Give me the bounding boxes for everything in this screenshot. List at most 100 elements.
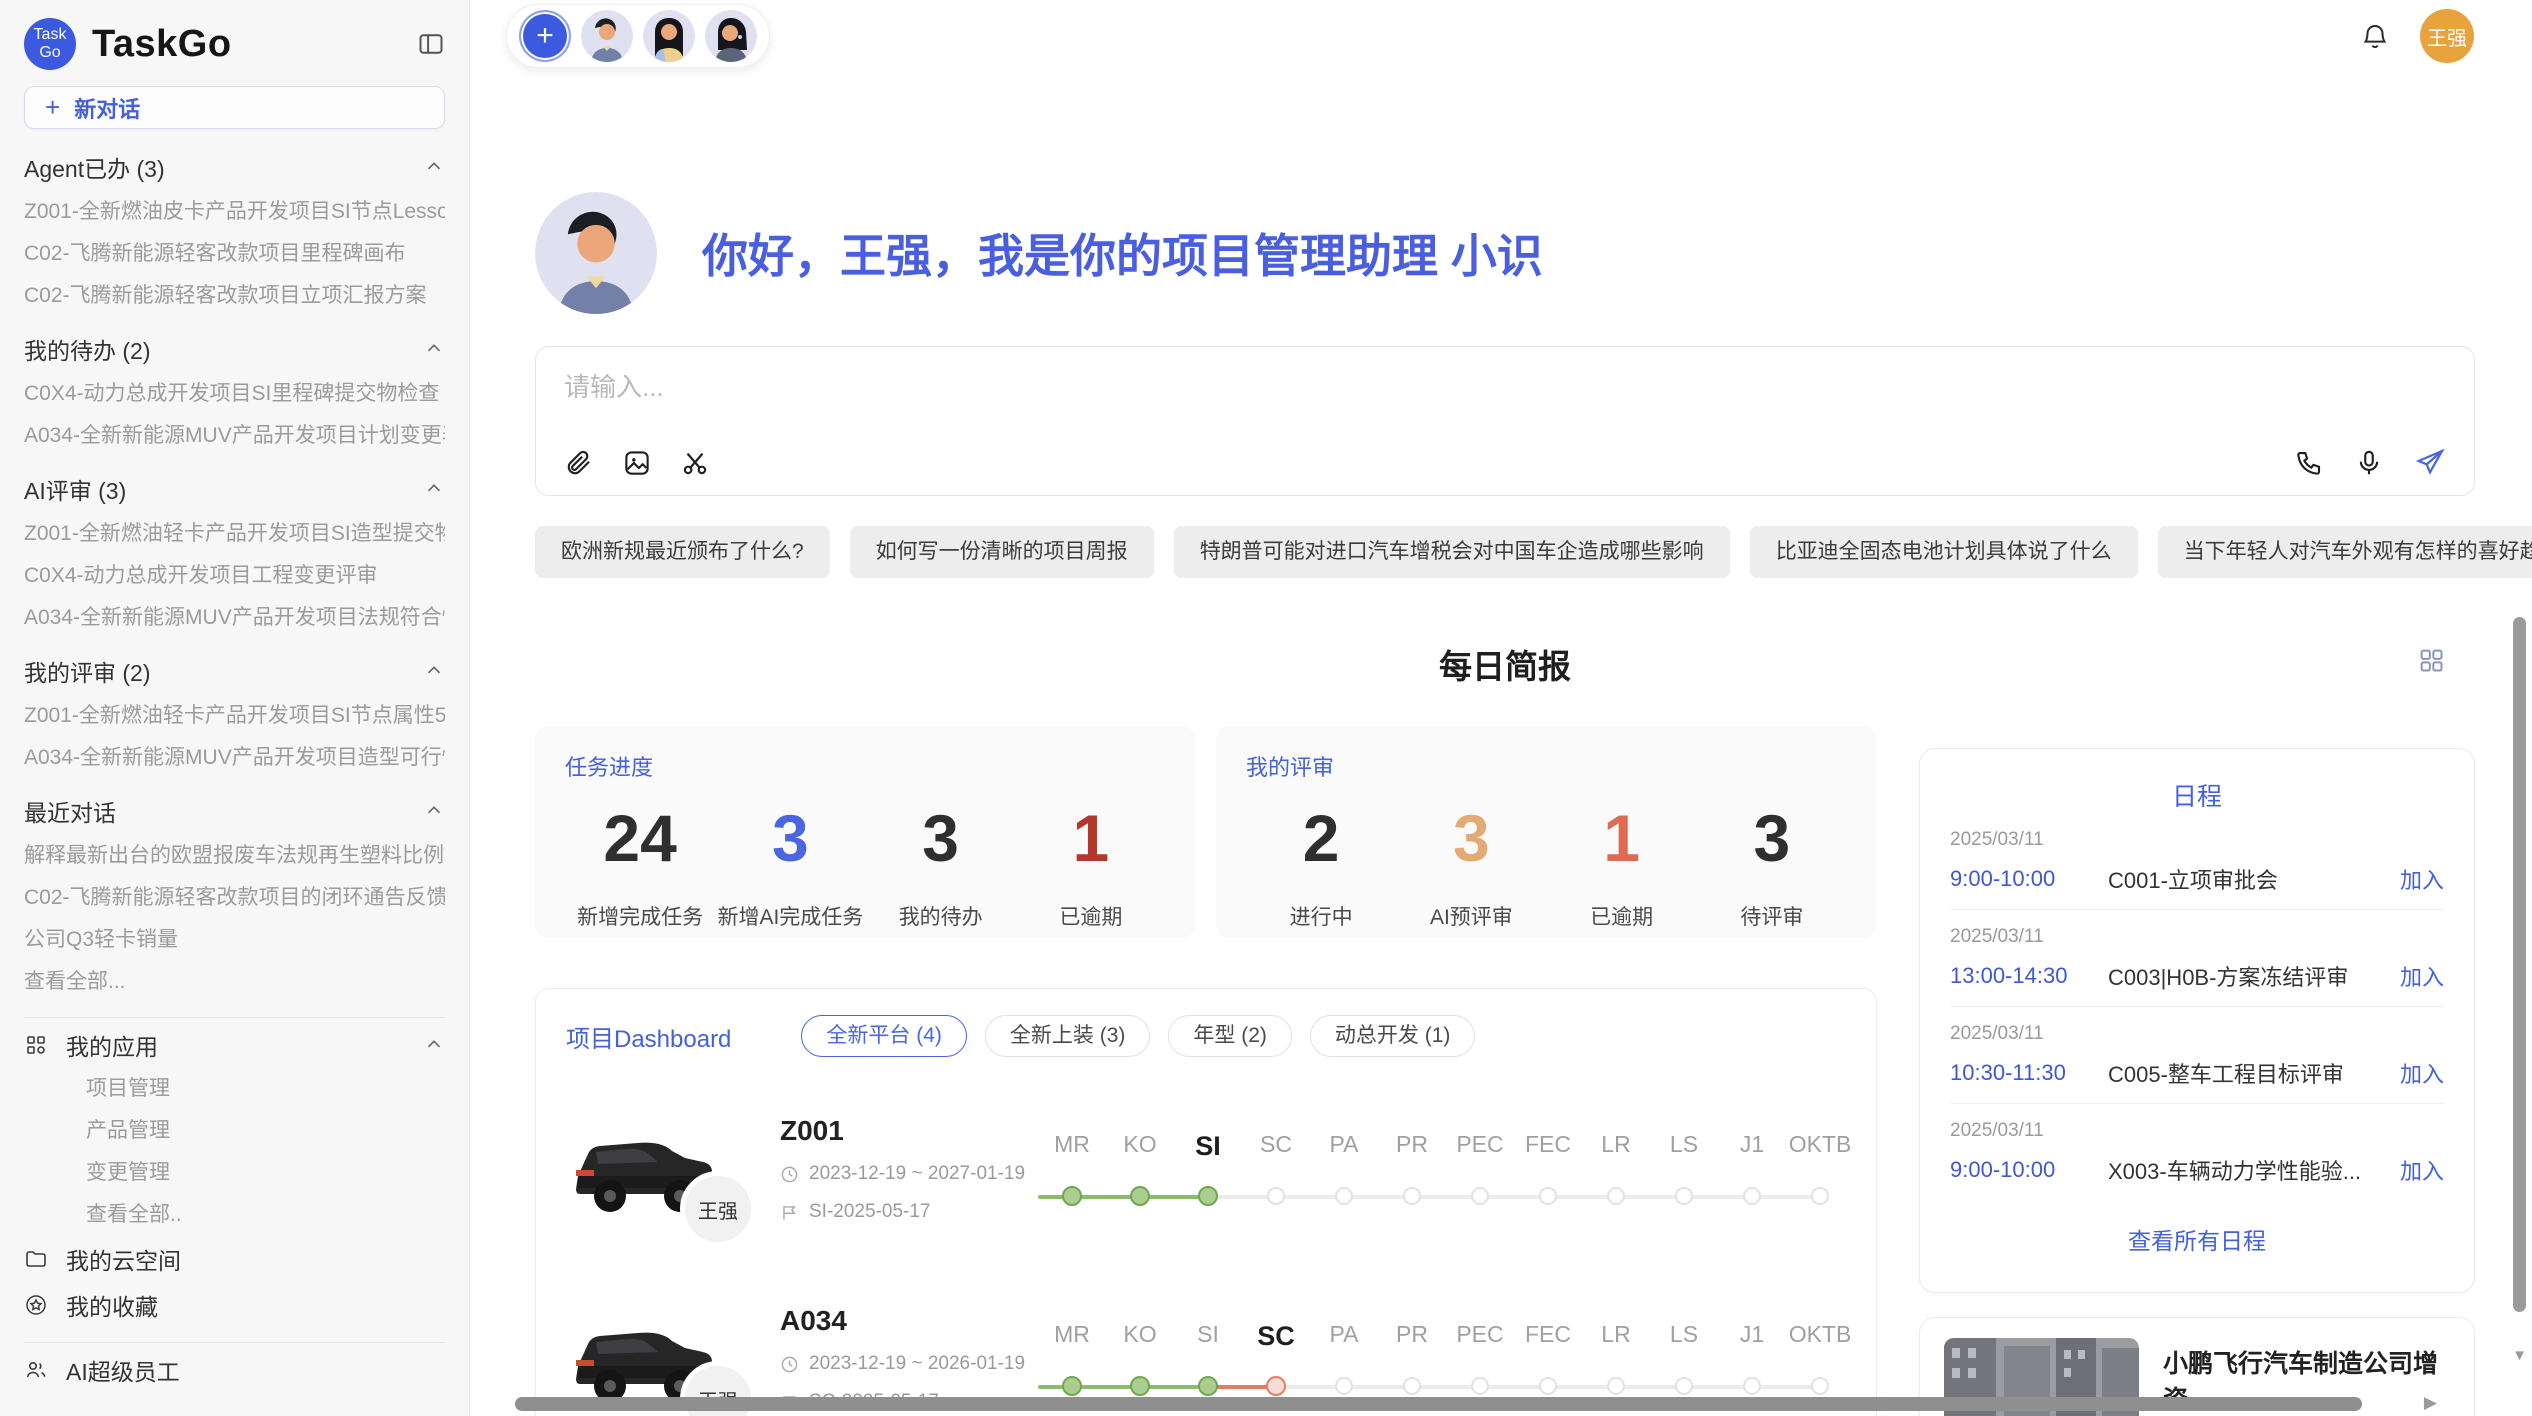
join-link[interactable]: 加入 xyxy=(2400,863,2444,895)
agent-avatar-1[interactable] xyxy=(581,10,633,62)
tab-model-year[interactable]: 年型 (2) xyxy=(1168,1015,1292,1057)
sidebar-item-favorites[interactable]: 我的收藏 xyxy=(24,1282,445,1328)
sidebar-item[interactable]: Z001-全新燃油皮卡产品开发项目SI节点Lesson Learn报告 xyxy=(24,191,445,233)
section-my-todo[interactable]: 我的待办 (2) xyxy=(24,325,445,373)
recent-chat-item[interactable]: 公司Q3轻卡销量 xyxy=(24,919,445,961)
suggestion-chip[interactable]: 比亚迪全固态电池计划具体说了什么 xyxy=(1750,526,2138,578)
suggestion-chip[interactable]: 特朗普可能对进口汽车增税会对中国车企造成哪些影响 xyxy=(1174,526,1730,578)
chevron-up-icon[interactable] xyxy=(423,1034,445,1056)
sidebar-item[interactable]: Z001-全新燃油轻卡产品开发项目SI造型提交物评审 xyxy=(24,513,445,555)
scissors-icon[interactable] xyxy=(680,448,710,478)
suggestion-chip[interactable]: 当下年轻人对汽车外观有怎样的喜好趋势 xyxy=(2158,526,2532,578)
image-icon[interactable] xyxy=(622,448,652,478)
vertical-scrollbar[interactable] xyxy=(2513,617,2526,1312)
milestone-dot xyxy=(1267,1187,1285,1205)
add-agent-button[interactable]: + xyxy=(519,10,571,62)
phone-icon[interactable] xyxy=(2294,448,2324,478)
chevron-up-icon[interactable] xyxy=(423,338,445,360)
schedule-time: 9:00-10:00 xyxy=(1950,866,2108,892)
send-icon[interactable] xyxy=(2414,447,2446,479)
app-root: Task Go TaskGo + 新对话 Agent已办 (3) Z001-全新… xyxy=(0,0,2532,1416)
milestone-dot xyxy=(1403,1187,1421,1205)
sidebar-item[interactable]: A034-全新新能源MUV产品开发项目法规符合性评审 xyxy=(24,597,445,639)
sidebar-collapse-icon[interactable] xyxy=(417,30,445,58)
recent-chat-item[interactable]: C02-飞腾新能源轻客改款项目的闭环通告反馈情况 xyxy=(24,877,445,919)
tab-new-platform[interactable]: 全新平台 (4) xyxy=(801,1015,967,1057)
schedule-date: 2025/03/11 xyxy=(1950,1120,2444,1142)
new-chat-label: 新对话 xyxy=(74,92,140,124)
project-row[interactable]: 王强 A034 2023-12-19 ~ 2026-01-19 xyxy=(566,1281,1846,1416)
apps-view-all[interactable]: 查看全部.. xyxy=(24,1194,445,1236)
user-avatar[interactable]: 王强 xyxy=(2420,9,2474,63)
my-apps-label: 我的应用 xyxy=(66,1028,158,1062)
sidebar-item[interactable]: Z001-全新燃油轻卡产品开发项目SI节点属性5D文件评审 xyxy=(24,695,445,737)
scroll-right-arrow[interactable]: ▶ xyxy=(2424,1393,2437,1413)
tab-new-body[interactable]: 全新上装 (3) xyxy=(985,1015,1151,1057)
recent-chats-view-all[interactable]: 查看全部... xyxy=(24,961,445,1003)
milestone-dot xyxy=(1675,1377,1693,1395)
sidebar-item[interactable]: C02-飞腾新能源轻客改款项目立项汇报方案 xyxy=(24,275,445,317)
sidebar-item[interactable]: C02-飞腾新能源轻客改款项目里程碑画布 xyxy=(24,233,445,275)
layout-grid-icon[interactable] xyxy=(2417,646,2445,674)
join-link[interactable]: 加入 xyxy=(2400,960,2444,992)
recent-chat-item[interactable]: 解释最新出台的欧盟报废车法规再生塑料比例被调至15%... xyxy=(24,835,445,877)
help-me-write-label: 帮我写作 xyxy=(66,1399,158,1400)
notification-bell-icon[interactable] xyxy=(2360,21,2390,51)
section-agent-done[interactable]: Agent已办 (3) xyxy=(24,143,445,191)
milestone-label: SC xyxy=(1242,1131,1310,1162)
join-link[interactable]: 加入 xyxy=(2400,1057,2444,1089)
suggestion-chip[interactable]: 如何写一份清晰的项目周报 xyxy=(850,526,1154,578)
milestone-dot xyxy=(1335,1377,1353,1395)
milestone-circles xyxy=(1038,1376,1854,1398)
suggestion-chip[interactable]: 欧洲新规最近颁布了什么? xyxy=(535,526,830,578)
attachment-icon[interactable] xyxy=(564,448,594,478)
app-item-change-mgmt[interactable]: 变更管理 xyxy=(24,1152,445,1194)
sidebar-item[interactable]: C0X4-动力总成开发项目工程变更评审 xyxy=(24,555,445,597)
milestone-label: LS xyxy=(1650,1131,1718,1162)
milestone-label: MR xyxy=(1038,1131,1106,1162)
join-link[interactable]: 加入 xyxy=(2400,1154,2444,1186)
stat-value: 1 xyxy=(1016,794,1166,883)
sidebar-item-cloud-space[interactable]: 我的云空间 xyxy=(24,1236,445,1282)
folder-icon xyxy=(24,1247,48,1271)
schedule-name: C001-立项审批会 xyxy=(2108,863,2400,895)
users-icon xyxy=(24,1358,48,1382)
agent-avatar-3[interactable] xyxy=(705,10,757,62)
section-my-review[interactable]: 我的评审 (2) xyxy=(24,647,445,695)
stat-value: 1 xyxy=(1547,794,1697,883)
chevron-up-icon[interactable] xyxy=(423,660,445,682)
stat: 3 待评审 xyxy=(1697,794,1847,931)
project-dates: 2023-12-19 ~ 2027-01-19 xyxy=(780,1163,1032,1185)
project-row[interactable]: 王强 Z001 2023-12-19 ~ 2027-01-19 xyxy=(566,1091,1846,1247)
chevron-up-icon[interactable] xyxy=(423,156,445,178)
sidebar-item[interactable]: A034-全新新能源MUV产品开发项目造型可行性评审 xyxy=(24,737,445,779)
app-item-product-mgmt[interactable]: 产品管理 xyxy=(24,1110,445,1152)
section-ai-review[interactable]: AI评审 (3) xyxy=(24,465,445,513)
chat-input[interactable] xyxy=(564,367,1881,417)
milestone-label: J1 xyxy=(1718,1131,1786,1162)
stat-value: 3 xyxy=(1697,794,1847,883)
section-recent-chats[interactable]: 最近对话 xyxy=(24,787,445,835)
sidebar-item[interactable]: C0X4-动力总成开发项目SI里程碑提交物检查 xyxy=(24,373,445,415)
agent-avatar-2[interactable] xyxy=(643,10,695,62)
dashboard-tabs: 全新平台 (4) 全新上装 (3) 年型 (2) 动总开发 (1) xyxy=(801,1015,1475,1057)
sidebar-item-my-apps[interactable]: 我的应用 xyxy=(24,1022,445,1068)
sidebar-lists: Agent已办 (3) Z001-全新燃油皮卡产品开发项目SI节点Lesson … xyxy=(24,135,445,1400)
milestone-dot-done xyxy=(1130,1186,1150,1206)
sidebar-item-help-me-write[interactable]: 帮我写作 xyxy=(24,1393,445,1400)
microphone-icon[interactable] xyxy=(2354,448,2384,478)
scroll-down-arrow[interactable]: ▼ xyxy=(2512,1347,2527,1364)
new-chat-button[interactable]: + 新对话 xyxy=(24,86,445,129)
tab-powertrain[interactable]: 动总开发 (1) xyxy=(1310,1015,1476,1057)
star-badge-icon xyxy=(24,1293,48,1317)
milestone-label: PR xyxy=(1378,1131,1446,1162)
schedule-item: 2025/03/11 9:00-10:00 X003-车辆动力学性能验... 加… xyxy=(1950,1104,2444,1200)
chevron-up-icon[interactable] xyxy=(423,478,445,500)
sidebar-item-ai-super-staff[interactable]: AI超级员工 xyxy=(24,1347,445,1393)
app-item-project-mgmt[interactable]: 项目管理 xyxy=(24,1068,445,1110)
chevron-up-icon[interactable] xyxy=(423,800,445,822)
sidebar-item[interactable]: A034-全新新能源MUV产品开发项目计划变更表编写 xyxy=(24,415,445,457)
view-all-schedules-link[interactable]: 查看所有日程 xyxy=(1950,1222,2444,1256)
horizontal-scrollbar[interactable] xyxy=(515,1397,2362,1411)
milestone-dot-overdue xyxy=(1266,1376,1286,1396)
